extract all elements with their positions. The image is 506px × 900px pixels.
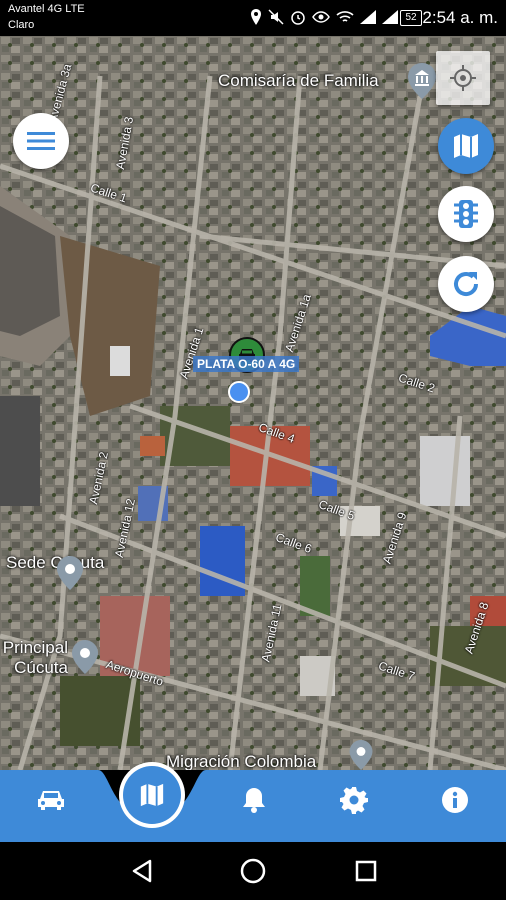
location-icon [251, 9, 261, 25]
system-nav-bar [0, 842, 506, 900]
nav-alerts[interactable] [229, 770, 279, 830]
home-circle-icon [240, 858, 266, 884]
place-label-sede[interactable]: Sede Cúcuta [6, 553, 104, 573]
carrier-secondary: Claro [8, 19, 35, 31]
alarm-icon [291, 11, 305, 25]
recents-square-icon [355, 860, 377, 882]
map-icon [140, 783, 164, 807]
map-pin-icon[interactable] [57, 556, 83, 595]
map-pin-icon[interactable] [72, 640, 98, 679]
battery-indicator: 52 [400, 10, 422, 26]
carrier-primary: Avantel 4G LTE [8, 3, 85, 15]
info-icon [442, 787, 468, 813]
map-type-button[interactable] [438, 118, 494, 174]
status-bar: Avantel 4G LTE Claro 52 2:54 a. m. [0, 0, 506, 36]
refresh-button[interactable] [438, 256, 494, 312]
hamburger-menu-icon [27, 132, 55, 150]
car-icon [38, 791, 64, 810]
map-pin-icon[interactable] [348, 740, 374, 770]
recents-button[interactable] [336, 842, 396, 900]
crosshair-locate-icon [450, 65, 476, 91]
nav-info[interactable] [430, 770, 480, 830]
menu-button[interactable] [13, 113, 69, 169]
back-button[interactable] [112, 842, 172, 900]
bell-icon [243, 788, 265, 813]
vehicle-plate-label: PLATA O-60 A 4G [193, 356, 300, 372]
nav-map[interactable] [123, 766, 181, 824]
status-icons [250, 9, 398, 25]
map-icon [454, 134, 478, 158]
back-triangle-icon [132, 859, 152, 883]
current-location-dot [228, 381, 250, 403]
wifi-icon [336, 11, 354, 22]
signal-icon [360, 10, 376, 24]
place-label-migracion[interactable]: Migración Colombia [166, 752, 316, 770]
my-location-button[interactable] [436, 51, 490, 105]
traffic-light-icon [454, 200, 478, 228]
nav-vehicles[interactable] [26, 770, 76, 830]
satellite-map[interactable]: Comisaría de Familia Sede Cúcuta Princip… [0, 36, 506, 770]
home-button[interactable] [223, 842, 283, 900]
mute-icon [268, 9, 284, 25]
eye-icon [312, 11, 330, 23]
place-label-comisaria[interactable]: Comisaría de Familia [218, 71, 379, 91]
bank-icon[interactable] [408, 63, 436, 104]
traffic-button[interactable] [438, 186, 494, 242]
gear-icon [340, 787, 368, 814]
status-time: 2:54 a. m. [422, 8, 498, 27]
nav-settings[interactable] [329, 770, 379, 830]
refresh-icon [454, 272, 479, 297]
signal-icon-2 [382, 10, 398, 24]
place-label-principal[interactable]: Principal Cúcuta [0, 638, 68, 678]
